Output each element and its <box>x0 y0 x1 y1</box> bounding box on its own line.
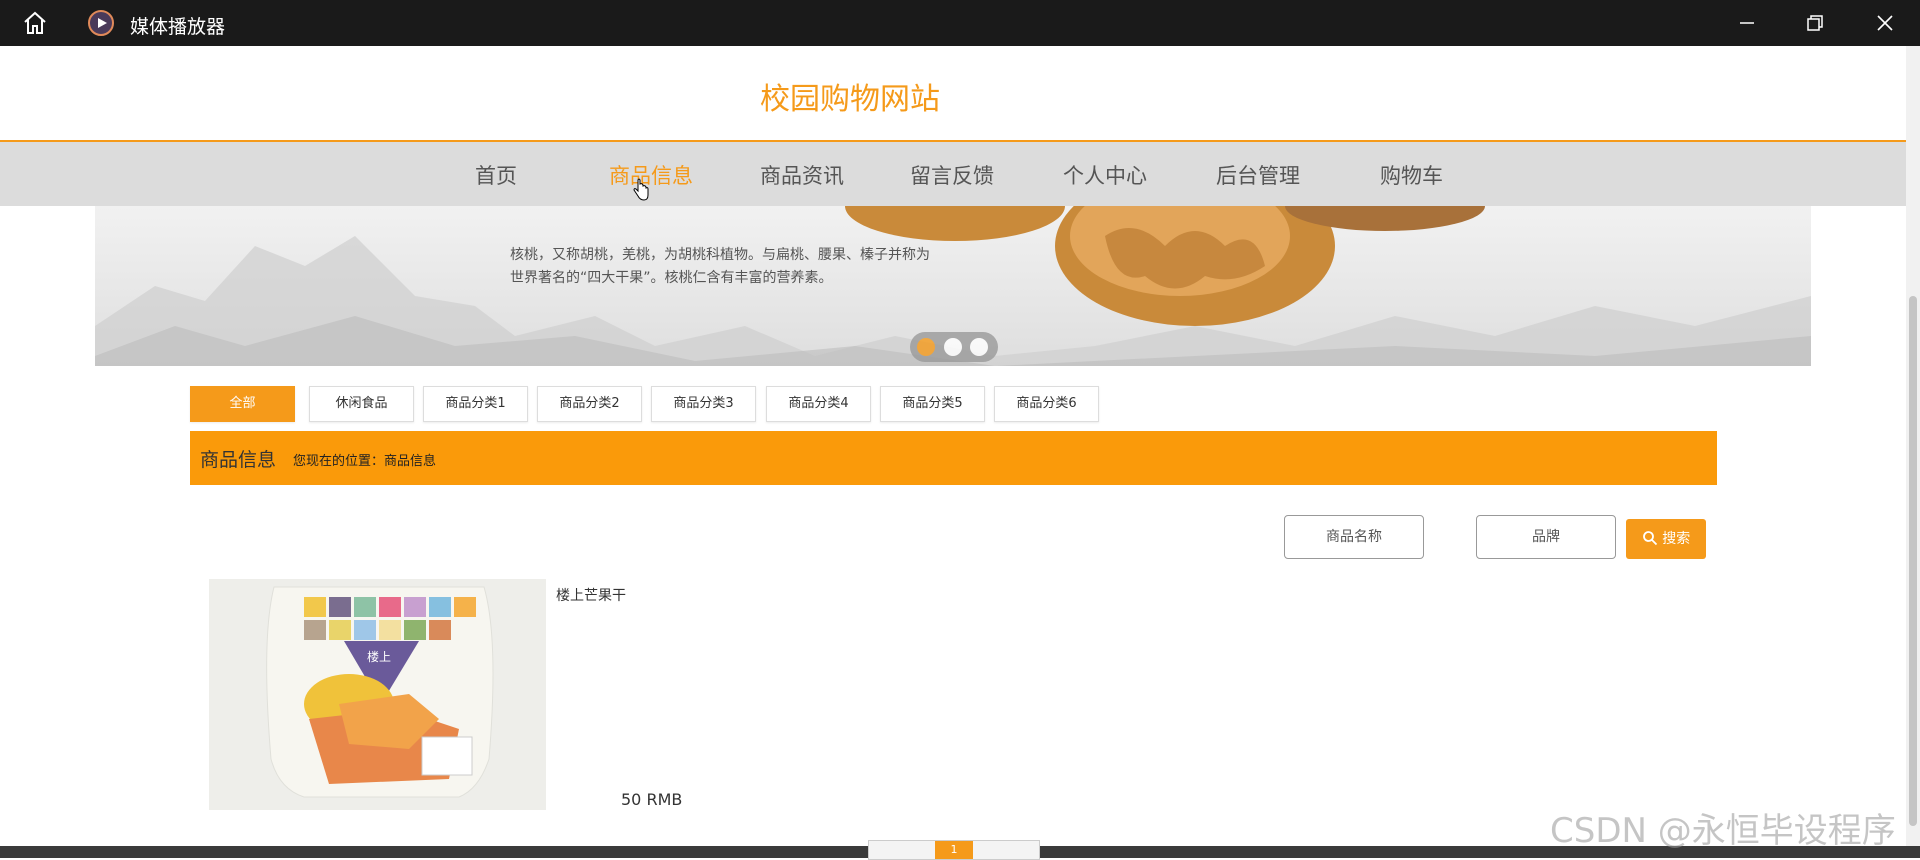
minimize-icon[interactable] <box>1736 12 1758 34</box>
restore-icon[interactable] <box>1804 12 1826 34</box>
vertical-scrollbar[interactable] <box>1906 46 1920 846</box>
brand-search-input[interactable]: 品牌 <box>1476 515 1616 559</box>
close-icon[interactable] <box>1874 12 1896 34</box>
watermark: CSDN @永恒毕设程序 <box>1550 811 1896 851</box>
section-header: 商品信息 您现在的位置：商品信息 <box>190 431 1717 485</box>
category-tab-snacks[interactable]: 休闲食品 <box>309 386 414 422</box>
nav-item-feedback[interactable]: 留言反馈 <box>910 160 994 190</box>
nav-item-profile[interactable]: 个人中心 <box>1063 160 1147 190</box>
home-icon[interactable] <box>22 11 48 35</box>
product-package-image: 楼上 <box>266 586 494 798</box>
banner-text: 核桃，又称胡桃，羌桃，为胡桃科植物。与扁桃、腰果、榛子并称为世界著名的“四大干果… <box>510 247 930 286</box>
category-tab-6[interactable]: 商品分类6 <box>994 386 1099 422</box>
category-tab-4[interactable]: 商品分类4 <box>766 386 871 422</box>
pagination: 1 <box>868 840 1040 860</box>
nav-item-cart[interactable]: 购物车 <box>1380 160 1443 190</box>
breadcrumb: 您现在的位置：商品信息 <box>293 454 437 469</box>
carousel-dot-1[interactable] <box>917 338 935 356</box>
category-tab-all[interactable]: 全部 <box>190 386 295 422</box>
pagination-current-page[interactable]: 1 <box>935 841 973 859</box>
main-nav: 首页 商品信息 商品资讯 留言反馈 个人中心 后台管理 购物车 <box>0 142 1906 206</box>
nav-item-products[interactable]: 商品信息 <box>609 160 693 190</box>
section-title: 商品信息 <box>200 449 277 471</box>
product-price: 50 RMB <box>621 790 683 809</box>
package-brand-text: 楼上 <box>367 649 391 664</box>
mouse-cursor-icon <box>633 178 649 201</box>
category-tab-5[interactable]: 商品分类5 <box>880 386 985 422</box>
carousel-dot-2[interactable] <box>944 338 962 356</box>
site-title: 校园购物网站 <box>760 82 940 117</box>
search-button[interactable]: 搜索 <box>1626 519 1706 559</box>
product-name[interactable]: 楼上芒果干 <box>556 585 626 605</box>
site-header: 校园购物网站 <box>0 46 1906 142</box>
nav-item-admin[interactable]: 后台管理 <box>1216 160 1300 190</box>
product-name-search-input[interactable]: 商品名称 <box>1284 515 1424 559</box>
category-tab-3[interactable]: 商品分类3 <box>651 386 756 422</box>
nav-item-home[interactable]: 首页 <box>475 160 517 190</box>
search-icon <box>1642 531 1657 546</box>
search-button-label: 搜索 <box>1662 531 1691 547</box>
scrollbar-thumb[interactable] <box>1909 296 1917 826</box>
category-tab-2[interactable]: 商品分类2 <box>537 386 642 422</box>
carousel-dot-3[interactable] <box>970 338 988 356</box>
window-title: 媒体播放器 <box>130 16 226 38</box>
media-player-icon <box>88 10 114 36</box>
product-image[interactable]: 楼上 <box>209 579 546 810</box>
window-title-bar: 媒体播放器 <box>0 0 1920 46</box>
carousel-indicators <box>910 332 998 362</box>
banner-carousel[interactable]: 核桃，又称胡桃，羌桃，为胡桃科植物。与扁桃、腰果、榛子并称为世界著名的“四大干果… <box>95 206 1811 366</box>
nav-item-news[interactable]: 商品资讯 <box>760 160 844 190</box>
category-tab-1[interactable]: 商品分类1 <box>423 386 528 422</box>
